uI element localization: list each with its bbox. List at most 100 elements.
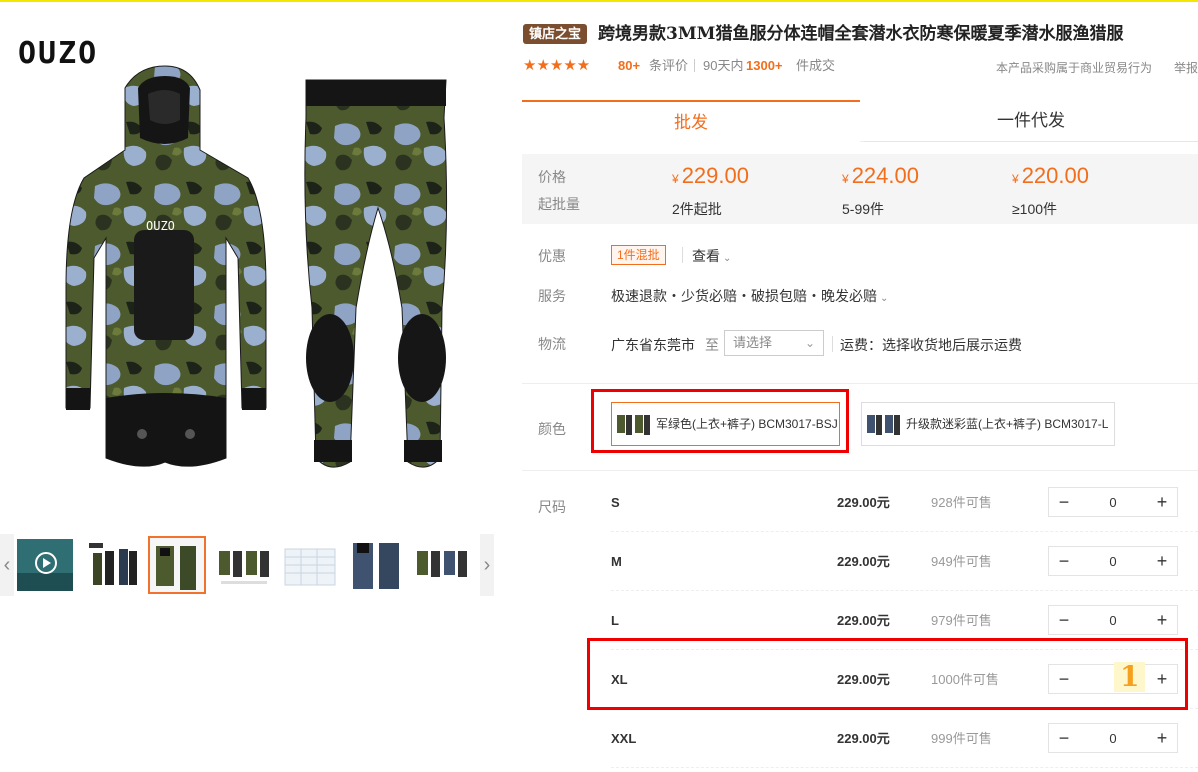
- increment-button[interactable]: +: [1147, 606, 1177, 634]
- size-stock: 928件可售: [931, 495, 992, 510]
- quantity-stepper: − +: [1048, 723, 1178, 753]
- section-divider: [522, 383, 1198, 384]
- thumbnail-5[interactable]: [280, 538, 338, 592]
- size-name: XXL: [611, 731, 637, 746]
- tier-price: 220.00: [1021, 163, 1089, 188]
- color-option-army-green[interactable]: 军绿色(上衣+裤子) BCM3017-BSJ: [611, 402, 840, 446]
- thumbnail-video[interactable]: [16, 538, 74, 592]
- size-stock: 999件可售: [931, 731, 992, 746]
- size-price: 229.00元: [837, 554, 890, 569]
- thumb-6-graphic: [347, 539, 403, 591]
- currency-symbol: ¥: [1012, 172, 1019, 186]
- divider: [694, 59, 695, 72]
- divider: [682, 247, 683, 263]
- section-divider: [522, 470, 1198, 471]
- thumbnail-3-selected[interactable]: [148, 536, 206, 594]
- days-label: 90天内: [703, 58, 744, 73]
- quantity-stepper: − +: [1048, 487, 1178, 517]
- thumb-5-graphic: [281, 539, 337, 591]
- review-count[interactable]: 80+: [618, 56, 640, 76]
- thumb-2-graphic: [83, 539, 139, 591]
- destination-region-select[interactable]: 请选择 ⌄: [724, 330, 824, 356]
- report-link[interactable]: 举报: [1174, 58, 1198, 78]
- quantity-input[interactable]: [1079, 547, 1147, 575]
- deal-label: 件成交: [796, 58, 836, 73]
- chevron-down-icon: ⌄: [880, 293, 889, 304]
- thumb-7-graphic: [413, 539, 469, 591]
- thumbnail-strip: ‹ ›: [0, 534, 495, 596]
- view-promo-link[interactable]: 查看 ⌄: [692, 246, 731, 266]
- increment-button[interactable]: +: [1147, 547, 1177, 575]
- pants-graphic: [304, 79, 448, 468]
- size-stock: 949件可售: [931, 554, 992, 569]
- tier-qty: 2件起批: [672, 201, 722, 217]
- tab-dropship[interactable]: 一件代发: [864, 100, 1198, 142]
- thumbnail-7[interactable]: [412, 538, 470, 592]
- quantity-input[interactable]: [1079, 724, 1147, 752]
- increment-button[interactable]: +: [1147, 665, 1177, 693]
- price-tier-3: ¥220.00 ≥100件: [1012, 162, 1172, 219]
- quantity-stepper: − +: [1048, 546, 1178, 576]
- size-row-l: L 229.00元 979件可售 − +: [611, 591, 1198, 650]
- thumbnail-4[interactable]: [214, 538, 272, 592]
- moq-label: 起批量: [538, 196, 580, 212]
- size-name: S: [611, 495, 620, 510]
- decrement-button[interactable]: −: [1049, 724, 1079, 752]
- freight-note: 运费：选择收货地后展示运费: [840, 337, 1022, 353]
- service-guarantees[interactable]: 极速退款・少货必赔・破损包赔・晚发必赔 ⌄: [611, 286, 888, 306]
- thumb-next-arrow[interactable]: ›: [480, 534, 494, 596]
- size-name: M: [611, 554, 622, 569]
- thumbnail-6[interactable]: [346, 538, 404, 592]
- increment-button[interactable]: +: [1147, 488, 1177, 516]
- quantity-input[interactable]: [1079, 606, 1147, 634]
- main-product-image[interactable]: OUZO: [30, 58, 500, 488]
- decrement-button[interactable]: −: [1049, 665, 1079, 693]
- service-text: 极速退款・少货必赔・破损包赔・晚发必赔: [611, 288, 877, 304]
- business-note: 本产品采购属于商业贸易行为: [996, 61, 1153, 75]
- color-thumb-blue: [865, 407, 901, 441]
- size-stock: 1000件可售: [931, 672, 999, 687]
- service-label: 服务: [538, 288, 566, 304]
- tier-price: 224.00: [851, 163, 919, 188]
- region-placeholder: 请选择: [733, 335, 773, 350]
- ship-from: 广东省东莞市: [611, 337, 695, 353]
- size-price: 229.00元: [837, 672, 890, 687]
- review-label[interactable]: 条评价: [649, 56, 688, 76]
- color-option-camo-blue[interactable]: 升级款迷彩蓝(上衣+裤子) BCM3017-L: [861, 402, 1115, 446]
- quantity-input[interactable]: [1079, 488, 1147, 516]
- size-price: 229.00元: [837, 731, 890, 746]
- decrement-button[interactable]: −: [1049, 606, 1079, 634]
- size-row-s: S 229.00元 928件可售 − +: [611, 473, 1198, 532]
- annotation-marker: 1: [1114, 662, 1146, 692]
- increment-button[interactable]: +: [1147, 724, 1177, 752]
- tier-qty: ≥100件: [1012, 201, 1058, 217]
- decrement-button[interactable]: −: [1049, 488, 1079, 516]
- tier-price: 229.00: [681, 163, 749, 188]
- wetsuit-illustration: OUZO: [65, 65, 448, 468]
- thumb-4-graphic: [215, 539, 271, 591]
- view-label: 查看: [692, 248, 720, 264]
- ship-to-word: 至: [705, 337, 719, 353]
- thumb-3-graphic: [150, 538, 204, 592]
- purchase-mode-tabs: 批发 一件代发: [522, 100, 1198, 142]
- tab-wholesale[interactable]: 批发: [522, 100, 860, 142]
- product-title: 跨境男款3MM猎鱼服分体连帽全套潜水衣防寒保暖夏季潜水服渔猎服: [598, 24, 1124, 44]
- size-stock: 979件可售: [931, 613, 992, 628]
- mixed-batch-tag[interactable]: 1件混批: [611, 245, 666, 265]
- size-price: 229.00元: [837, 495, 890, 510]
- video-thumb-graphic: [17, 539, 73, 591]
- size-price: 229.00元: [837, 613, 890, 628]
- size-name: XL: [611, 672, 628, 687]
- thumb-prev-arrow[interactable]: ‹: [0, 534, 14, 596]
- currency-symbol: ¥: [672, 172, 679, 186]
- price-tier-1: ¥229.00 2件起批: [672, 162, 832, 219]
- thumbnail-2[interactable]: [82, 538, 140, 592]
- color-thumb-green: [615, 407, 651, 441]
- chevron-down-icon: ⌄: [723, 253, 732, 264]
- price-label: 价格: [538, 169, 566, 185]
- size-row-xl: XL 229.00元 1000件可售 − + 1: [611, 650, 1198, 709]
- decrement-button[interactable]: −: [1049, 547, 1079, 575]
- size-label: 尺码: [538, 499, 566, 515]
- rating-row: ★★★★★ 80+ 条评价 90天内 1300+ 件成交 本产品采购属于商业贸易…: [522, 56, 1198, 76]
- divider: [832, 336, 833, 352]
